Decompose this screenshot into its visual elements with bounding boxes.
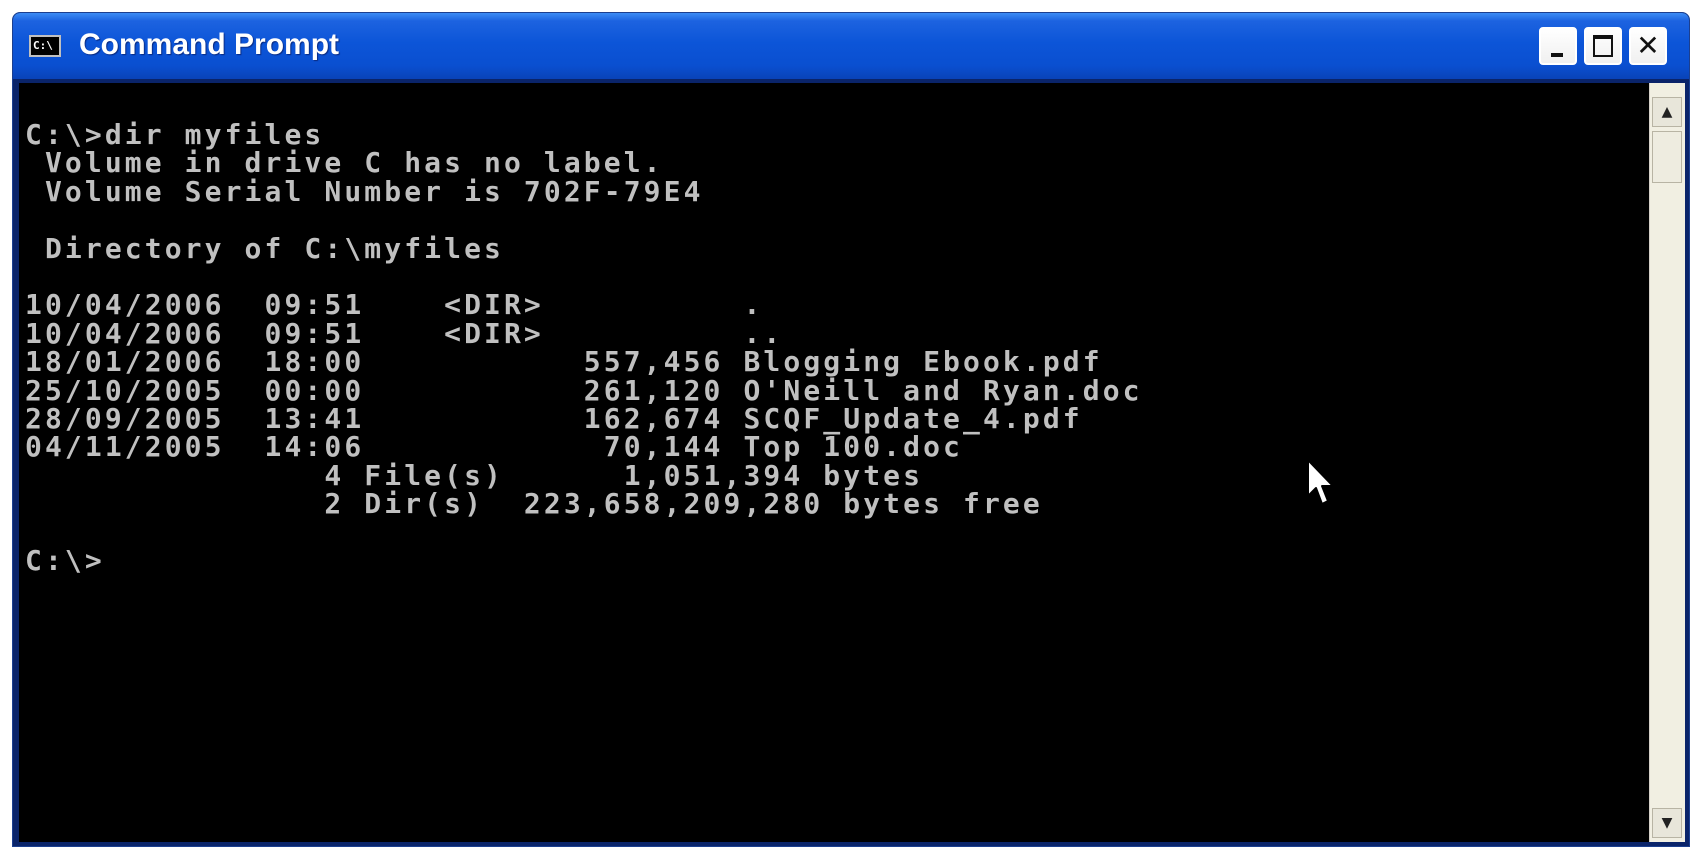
close-icon: ✕ [1636,29,1660,62]
close-button[interactable]: ✕ [1629,27,1667,65]
scroll-down-button[interactable]: ▼ [1652,808,1682,838]
console-line: 28/09/2005 13:41 162,674 SCQF_Update_4.p… [25,401,1083,435]
console-line: Volume in drive C has no label. [25,146,664,180]
console-line: 10/04/2006 09:51 <DIR> . [25,288,764,322]
scroll-up-button[interactable]: ▲ [1652,97,1682,127]
command-prompt-window: C:\ Command Prompt ✕ C:\>dir myfiles Vol… [12,12,1690,847]
console-line: C:\>dir myfiles [25,118,325,151]
console-lines: C:\>dir myfiles Volume in drive C has no… [25,118,1143,577]
console-line: Directory of C:\myfiles [25,231,504,265]
vertical-scrollbar[interactable]: ▲ ▼ [1649,83,1685,842]
title-bar[interactable]: C:\ Command Prompt ✕ [13,13,1689,79]
console-prompt: C:\> [25,543,105,577]
arrow-up-icon: ▲ [1661,104,1673,120]
console-output[interactable]: C:\>dir myfiles Volume in drive C has no… [19,83,1649,842]
console-line: Volume Serial Number is 702F-79E4 [25,174,704,208]
console-line: 4 File(s) 1,051,394 bytes [25,458,924,492]
window-title: Command Prompt [79,28,340,61]
maximize-button[interactable] [1584,27,1622,65]
console-line: 18/01/2006 18:00 557,456 Blogging Ebook.… [25,345,1103,379]
console-line: 2 Dir(s) 223,658,209,280 bytes free [25,487,1043,521]
maximize-icon [1593,35,1613,57]
console-line: 10/04/2006 09:51 <DIR> .. [25,316,784,350]
console-icon[interactable]: C:\ [29,35,61,57]
scroll-thumb[interactable] [1652,131,1682,183]
mouse-pointer-icon [1307,459,1334,505]
minimize-button[interactable] [1539,27,1577,65]
console-line: 25/10/2005 00:00 261,120 O'Neill and Rya… [25,373,1143,407]
minimize-icon [1551,53,1563,57]
console-line: 04/11/2005 14:06 70,144 Top 100.doc [25,430,963,464]
arrow-down-icon: ▼ [1661,815,1673,831]
